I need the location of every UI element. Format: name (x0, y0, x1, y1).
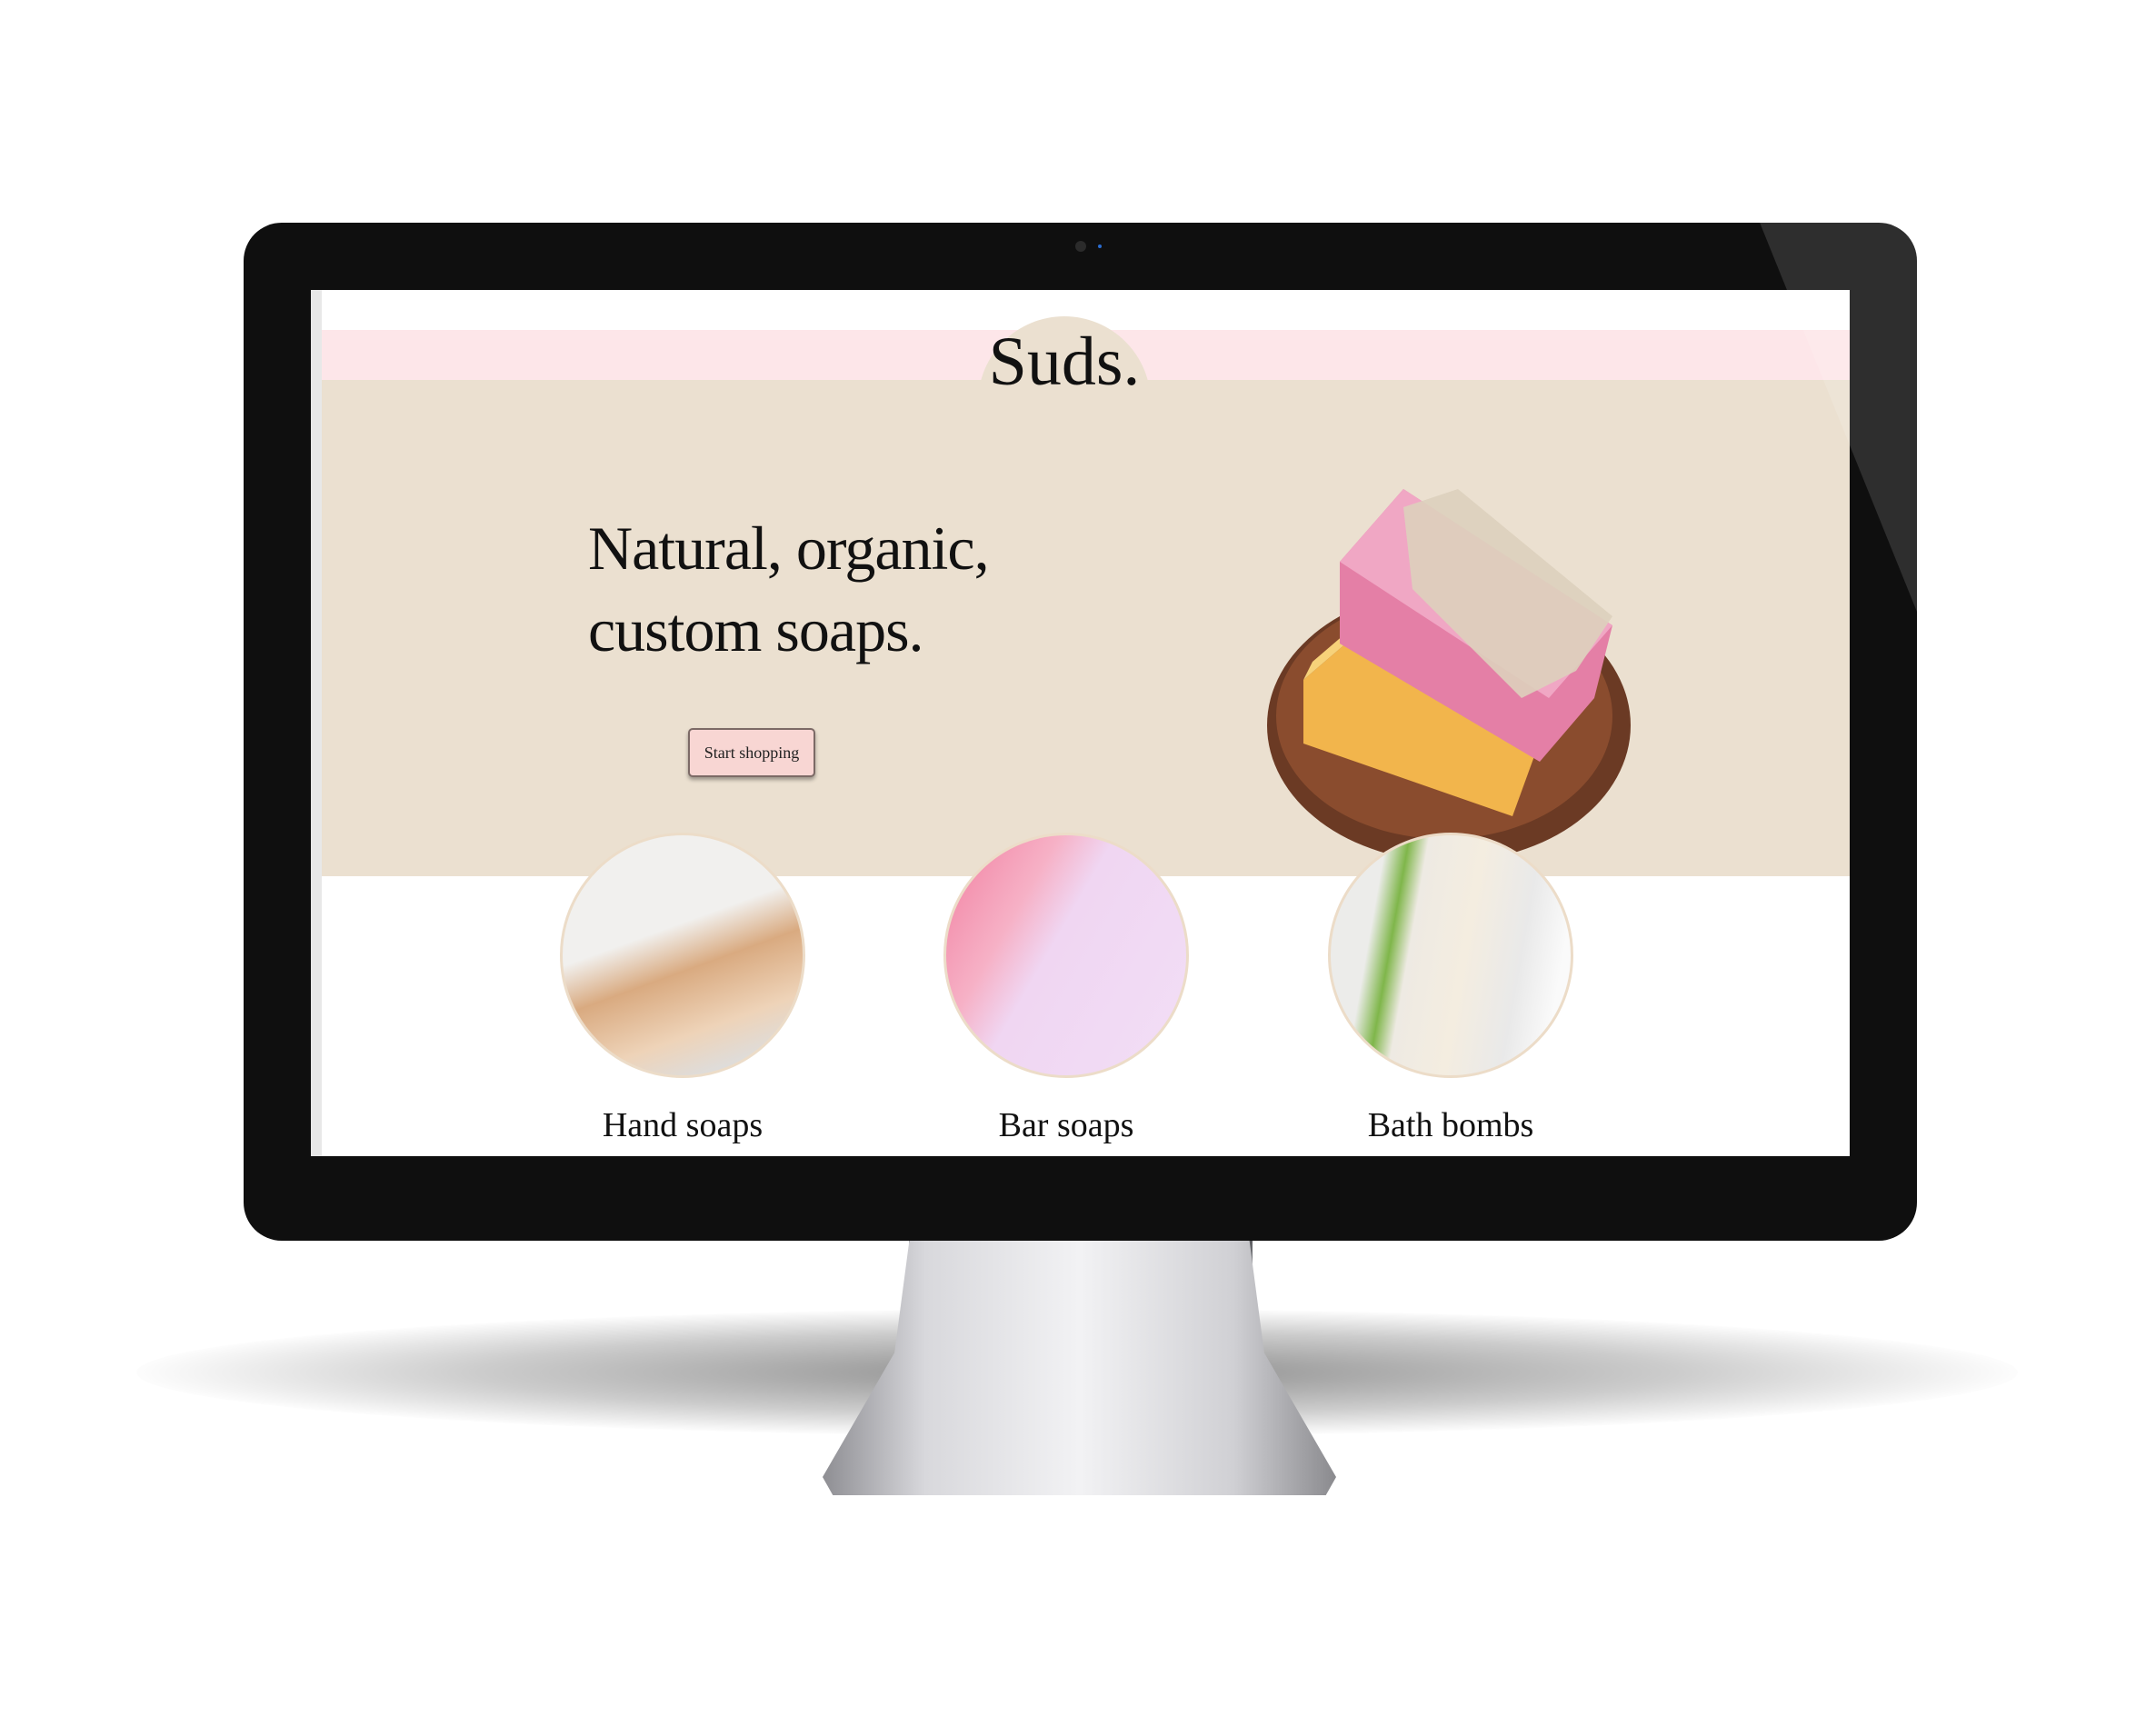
hero-headline: Natural, organic, custom soaps. (588, 507, 990, 671)
category-label[interactable]: Bath bombs (1328, 1105, 1573, 1145)
category-label[interactable]: Hand soaps (560, 1105, 805, 1145)
website-screen: Natural, organic, custom soaps. Start sh… (311, 290, 1850, 1156)
soap-stack-image (1267, 489, 1631, 862)
category-label[interactable]: Bar soaps (943, 1105, 1189, 1145)
hand-soaps-image[interactable] (560, 833, 805, 1078)
category-hand-soaps[interactable]: Hand soaps (560, 833, 805, 1145)
site-logo[interactable]: Suds. (978, 323, 1151, 402)
category-bar-soaps[interactable]: Bar soaps (943, 833, 1189, 1145)
headline-line-2: custom soaps. (588, 595, 924, 664)
camera-icon (1075, 241, 1086, 252)
bath-bombs-image[interactable] (1328, 833, 1573, 1078)
monitor-bezel: Natural, organic, custom soaps. Start sh… (244, 223, 1917, 1241)
monitor-stand (823, 1236, 1336, 1495)
scrollbar (311, 290, 322, 1156)
category-bath-bombs[interactable]: Bath bombs (1328, 833, 1573, 1145)
bar-soaps-image[interactable] (943, 833, 1189, 1078)
hero-section: Natural, organic, custom soaps. Start sh… (322, 380, 1850, 876)
start-shopping-button[interactable]: Start shopping (688, 728, 815, 777)
headline-line-1: Natural, organic, (588, 514, 990, 583)
camera-led (1098, 245, 1102, 248)
